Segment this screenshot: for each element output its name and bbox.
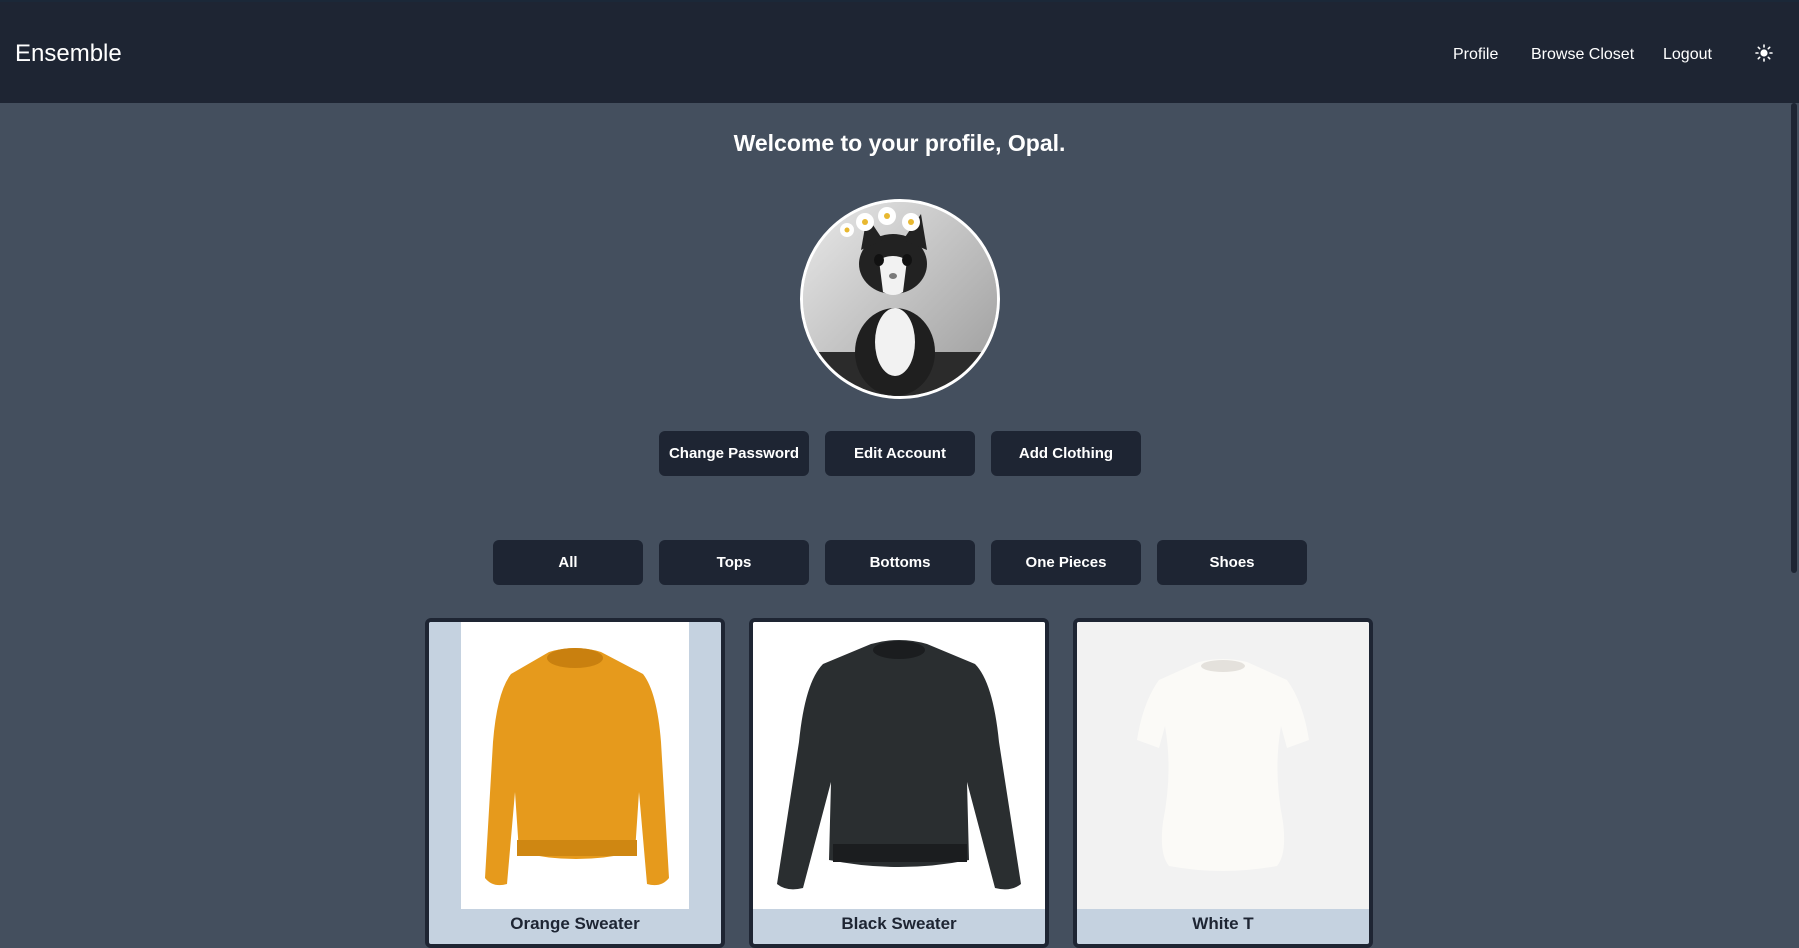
filter-all-button[interactable]: All (493, 540, 643, 585)
edit-account-button[interactable]: Edit Account (825, 431, 975, 476)
nav-link-profile[interactable]: Profile (1453, 46, 1498, 64)
filter-one-pieces-button[interactable]: One Pieces (991, 540, 1141, 585)
filter-tops-button[interactable]: Tops (659, 540, 809, 585)
sun-icon[interactable] (1755, 44, 1773, 62)
brand-logo[interactable]: Ensemble (15, 40, 122, 68)
orange-sweater-image (429, 622, 721, 912)
clothing-card-white-t[interactable]: White T (1073, 618, 1373, 948)
clothing-card-orange-sweater[interactable]: Orange Sweater (425, 618, 725, 948)
clothing-name: Orange Sweater (510, 914, 640, 933)
scrollbar-thumb[interactable] (1791, 103, 1797, 573)
white-t-image (1077, 622, 1369, 912)
change-password-button[interactable]: Change Password (659, 431, 809, 476)
avatar (800, 199, 1000, 399)
black-sweater-image (753, 622, 1045, 912)
clothing-card-black-sweater[interactable]: Black Sweater (749, 618, 1049, 948)
nav-link-browse-closet[interactable]: Browse Closet (1531, 46, 1634, 64)
nav-link-logout[interactable]: Logout (1663, 46, 1712, 64)
clothing-name: White T (1192, 914, 1254, 933)
filter-shoes-button[interactable]: Shoes (1157, 540, 1307, 585)
page-title: Welcome to your profile, Opal. (733, 130, 1066, 156)
filter-bottoms-button[interactable]: Bottoms (825, 540, 975, 585)
cat-avatar-icon (803, 202, 997, 396)
add-clothing-button[interactable]: Add Clothing (991, 431, 1141, 476)
navbar: Ensemble Profile Browse Closet Logout (0, 2, 1799, 103)
clothing-name: Black Sweater (841, 914, 957, 933)
